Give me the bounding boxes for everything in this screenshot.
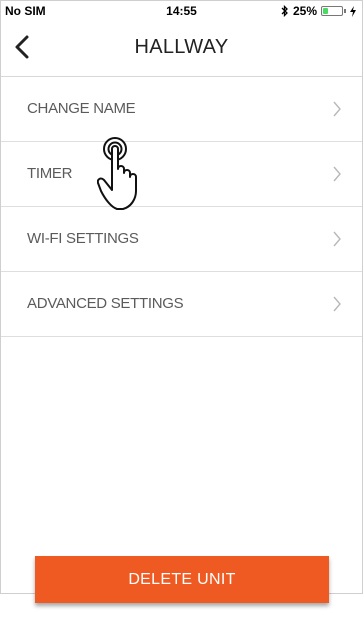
chevron-right-icon	[333, 231, 341, 247]
settings-menu: CHANGE NAME TIMER WI-FI SETTINGS ADVANCE…	[1, 77, 362, 337]
phone-screen: No SIM 14:55 25% HALLWAY CHANGE NAME TIM…	[0, 0, 363, 603]
menu-item-advanced-settings[interactable]: ADVANCED SETTINGS	[1, 272, 362, 337]
menu-item-label: CHANGE NAME	[27, 100, 136, 117]
delete-unit-button[interactable]: DELETE UNIT	[35, 556, 329, 603]
chevron-right-icon	[333, 296, 341, 312]
status-right-group: 25%	[281, 4, 356, 18]
menu-item-label: WI-FI SETTINGS	[27, 230, 139, 247]
battery-percent: 25%	[292, 4, 317, 18]
menu-item-label: TIMER	[27, 165, 73, 182]
chevron-right-icon	[333, 166, 341, 182]
chevron-right-icon	[333, 101, 341, 117]
charging-icon	[350, 5, 356, 17]
menu-item-label: ADVANCED SETTINGS	[27, 295, 184, 312]
bluetooth-icon	[281, 5, 288, 17]
menu-item-change-name[interactable]: CHANGE NAME	[1, 77, 362, 142]
battery-icon	[321, 6, 343, 16]
battery-cap	[344, 9, 346, 13]
navigation-bar: HALLWAY	[1, 21, 362, 77]
tap-hand-icon	[97, 137, 137, 210]
status-bar: No SIM 14:55 25%	[1, 1, 362, 21]
menu-item-timer[interactable]: TIMER	[1, 142, 362, 207]
battery-level	[323, 8, 328, 14]
page-title: HALLWAY	[134, 36, 229, 58]
menu-item-wifi-settings[interactable]: WI-FI SETTINGS	[1, 207, 362, 272]
